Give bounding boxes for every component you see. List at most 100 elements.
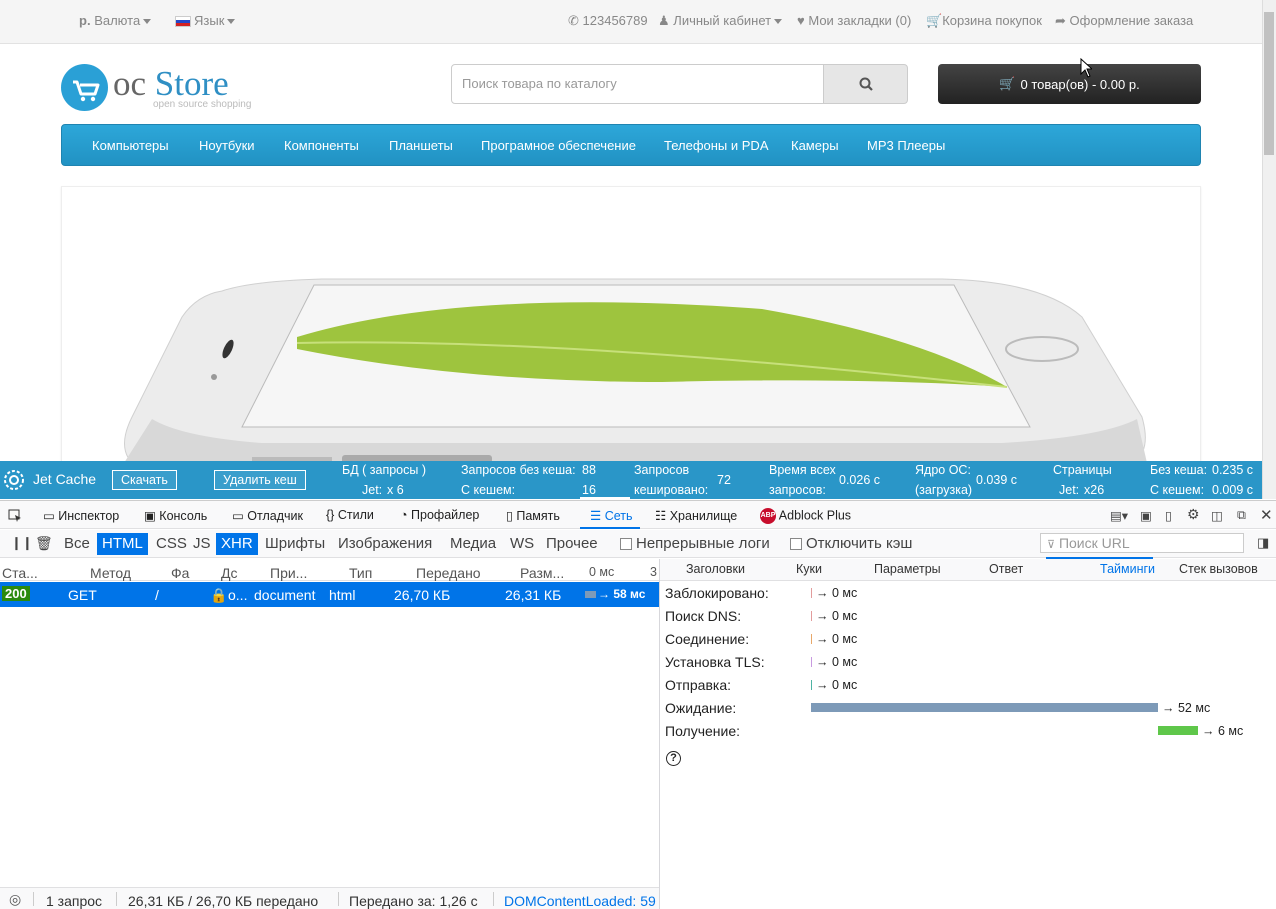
menu-item-laptops[interactable]: Ноутбуки: [199, 138, 255, 153]
logo[interactable]: oc Store: [113, 64, 229, 104]
col-status[interactable]: Ста...: [2, 565, 38, 581]
menu-item-software[interactable]: Програмное обеспечение: [481, 138, 636, 153]
timing-bar-receive: [1158, 726, 1198, 735]
filter-js[interactable]: JS: [188, 533, 216, 555]
tab-memory-label: Память: [516, 509, 560, 523]
tab-adblock[interactable]: ABP Adblock Plus: [760, 508, 851, 524]
filter-css[interactable]: CSS: [151, 533, 192, 555]
filter-other[interactable]: Прочее: [541, 533, 603, 555]
url-filter-input[interactable]: ⊽ Поиск URL: [1040, 533, 1244, 553]
account-dropdown[interactable]: ♟ Личный кабинет: [658, 13, 783, 29]
col-size[interactable]: Разм...: [520, 565, 564, 581]
tab-params[interactable]: Параметры: [874, 562, 941, 576]
jetcache-time-label-2: запросов:: [769, 483, 826, 497]
responsive-icon[interactable]: ▣: [1140, 508, 1152, 523]
menu-item-tablets[interactable]: Планшеты: [389, 138, 453, 153]
jetcache-time-label-1: Время всех: [769, 463, 836, 477]
tab-styles[interactable]: {} Стили: [326, 508, 374, 522]
currency-dropdown[interactable]: р. Валюта: [79, 13, 152, 28]
col-file[interactable]: Фа: [171, 565, 189, 581]
menu-item-mp3[interactable]: MP3 Плееры: [867, 138, 945, 153]
account-label: Личный кабинет: [673, 13, 772, 28]
status-badge: 200: [2, 586, 30, 601]
menu-item-components[interactable]: Компоненты: [284, 138, 359, 153]
checkout-link[interactable]: ➦ Оформление заказа: [1055, 13, 1193, 29]
cart-label: Корзина покупок: [942, 13, 1042, 28]
tab-cookies[interactable]: Куки: [796, 562, 822, 576]
col-transferred[interactable]: Передано: [416, 565, 481, 581]
tab-storage[interactable]: ☷ Хранилище: [655, 508, 737, 523]
menu-item-phones[interactable]: Телефоны и PDA: [664, 138, 769, 153]
settings-icon[interactable]: ⚙: [1187, 506, 1200, 523]
search-button[interactable]: [823, 64, 908, 104]
network-status-bar: ◎ 1 запрос 26,31 КБ / 26,70 КБ передано …: [0, 887, 659, 909]
slideshow-banner[interactable]: [61, 186, 1201, 462]
language-dropdown[interactable]: Язык: [175, 13, 236, 28]
sidebar-toggle-icon[interactable]: ◨: [1252, 533, 1274, 555]
dock-icon[interactable]: ◫: [1211, 508, 1223, 523]
search-input[interactable]: Поиск товара по каталогу: [451, 64, 824, 104]
menu-item-cameras[interactable]: Камеры: [791, 138, 839, 153]
undock-icon[interactable]: ⧉: [1237, 508, 1246, 523]
performance-icon[interactable]: ◎: [9, 891, 21, 908]
main-menu: Компьютеры Ноутбуки Компоненты Планшеты …: [61, 124, 1201, 166]
col-method[interactable]: Метод: [90, 565, 131, 581]
col-cause[interactable]: При...: [270, 565, 307, 581]
request-table-header: Ста... Метод Фа Дс При... Тип Передано Р…: [0, 559, 659, 581]
page-scrollbar-thumb[interactable]: [1264, 12, 1274, 155]
col-type[interactable]: Тип: [349, 565, 372, 581]
col-domain[interactable]: Дс: [221, 565, 237, 581]
cart-icon: 🛒: [926, 13, 943, 28]
checkbox[interactable]: [790, 538, 802, 551]
col-timeline[interactable]: 0 мс: [589, 565, 614, 579]
tab-storage-label: Хранилище: [669, 509, 738, 523]
tab-debugger[interactable]: ▭ Отладчик: [232, 508, 303, 523]
tab-console[interactable]: ▣ Консоль: [144, 508, 207, 523]
jetcache-pages-jet-label: Jet:: [1059, 483, 1080, 497]
cart-link[interactable]: 🛒Корзина покупок: [926, 13, 1042, 29]
tab-network-indicator: [580, 527, 640, 529]
jetcache-download-button[interactable]: Скачать: [112, 470, 177, 490]
trash-icon[interactable]: 🗑: [30, 533, 58, 555]
filter-xhr[interactable]: XHR: [216, 533, 258, 555]
table-row[interactable]: 200 GET / 🔒 o... document html 26,70 КБ …: [0, 582, 659, 607]
timing-bar-wait: [811, 703, 1158, 712]
filter-fonts[interactable]: Шрифты: [260, 533, 330, 555]
tab-network[interactable]: ☰ Сеть: [590, 508, 633, 523]
panel-splitter[interactable]: [659, 559, 660, 909]
phone-link[interactable]: ✆ 123456789: [568, 13, 648, 29]
wishlist-link[interactable]: ♥ Мои закладки (0): [797, 13, 911, 28]
tab-memory[interactable]: ▯ Память: [506, 508, 560, 523]
tab-inspector[interactable]: ▭ Инспектор: [43, 508, 119, 523]
heart-icon: ♥: [797, 13, 805, 28]
persist-logs-toggle[interactable]: Непрерывные логи: [615, 533, 775, 555]
tab-stack[interactable]: Стек вызовов: [1179, 562, 1258, 576]
tab-profiler[interactable]: ◔ Профайлер: [400, 508, 479, 522]
filter-all[interactable]: Все: [59, 533, 95, 555]
filter-ws[interactable]: WS: [505, 533, 539, 555]
filter-media[interactable]: Медиа: [445, 533, 501, 555]
close-icon[interactable]: ✕: [1260, 506, 1273, 524]
logo-store: Store: [154, 64, 229, 103]
jetcache-clear-button[interactable]: Удалить кеш: [214, 470, 306, 490]
checkbox[interactable]: [620, 538, 632, 551]
picker-icon[interactable]: [8, 509, 22, 523]
menu-item-computers[interactable]: Компьютеры: [92, 138, 169, 153]
disable-cache-toggle[interactable]: Отключить кэш: [785, 533, 917, 555]
cart-button[interactable]: 🛒 0 товар(ов) - 0.00 р.: [938, 64, 1201, 104]
layout-icon[interactable]: ▤▾: [1110, 508, 1128, 523]
request-size: 26,31 КБ: [505, 587, 562, 603]
logo-icon[interactable]: [61, 64, 108, 111]
persist-logs-label: Непрерывные логи: [636, 535, 770, 552]
help-icon[interactable]: ?: [666, 751, 681, 766]
tab-response[interactable]: Ответ: [989, 562, 1023, 576]
jetcache-jet-value: x 6: [387, 483, 404, 497]
jetcache-wc-label: С кешем:: [1150, 483, 1205, 497]
filter-html[interactable]: HTML: [97, 533, 148, 555]
tab-timings[interactable]: Тайминги: [1100, 562, 1155, 576]
tab-headers[interactable]: Заголовки: [686, 562, 745, 576]
screenshot-icon[interactable]: ▯: [1165, 508, 1172, 523]
tab-timings-indicator: [1046, 557, 1153, 559]
filter-images[interactable]: Изображения: [333, 533, 437, 555]
jetcache-wc-value: 0.009 с: [1212, 483, 1254, 497]
